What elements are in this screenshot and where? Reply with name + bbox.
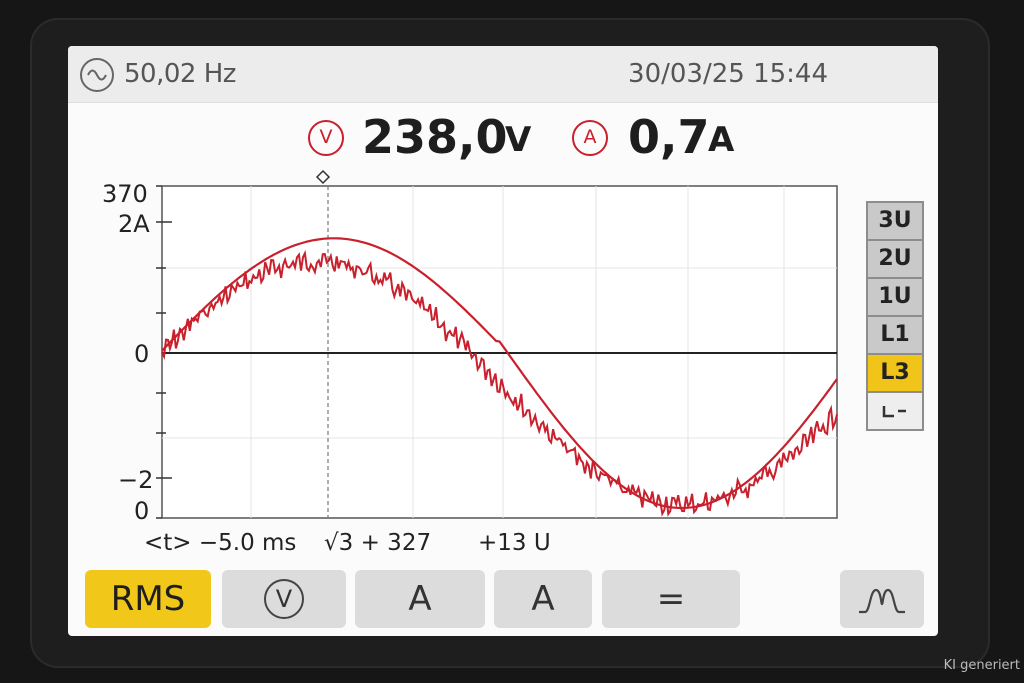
channel-l1[interactable]: L1 <box>868 317 922 355</box>
channel-step-icon[interactable] <box>868 393 922 429</box>
sine-wave-icon <box>80 58 114 92</box>
voltage-icon: V <box>308 120 344 156</box>
channel-1u[interactable]: 1U <box>868 279 922 317</box>
voltage-value: 238,0 <box>362 110 508 164</box>
rms-button[interactable]: RMS <box>85 570 211 628</box>
cursor-offset: +13 U <box>478 530 551 556</box>
cursor-value: √3 + 327 <box>324 530 432 556</box>
current-unit: A <box>708 120 735 160</box>
waveform-icon <box>859 588 905 613</box>
voltage-circle-icon: V <box>264 578 304 619</box>
y-label-current: 2A <box>118 210 150 238</box>
date-time: 30/03/25 15:44 <box>628 59 828 89</box>
harmonics-button[interactable] <box>840 570 924 628</box>
current-value: 0,7 <box>628 110 710 164</box>
current-button-1[interactable]: A <box>355 570 485 628</box>
cursor-time: <t> −5.0 ms <box>144 530 297 556</box>
current-icon: A <box>572 120 608 156</box>
equals-button[interactable]: = <box>602 570 740 628</box>
current-button-2[interactable]: A <box>494 570 592 628</box>
voltage-button[interactable]: V <box>222 570 346 628</box>
measurement-readings: V 238,0 V A 0,7 A <box>68 106 938 166</box>
y-label-max: 370 <box>102 180 148 208</box>
channel-3u[interactable]: 3U <box>868 203 922 241</box>
waveform-svg: 370 2A 0 −2 0 <box>102 169 838 525</box>
waveform-plot[interactable]: 370 2A 0 −2 0 <box>68 168 938 528</box>
status-bar: 50,02 Hz 30/03/25 15:44 <box>68 46 938 103</box>
frequency-readout: 50,02 Hz <box>124 59 236 89</box>
voltage-unit: V <box>505 120 532 160</box>
watermark: KI generiert <box>943 658 1020 673</box>
channel-selector: 3U 2U 1U L1 L3 <box>866 201 924 431</box>
trigger-marker-icon <box>315 169 331 185</box>
y-label-min: 0 <box>134 497 149 525</box>
softkey-bar: RMS V A A = <box>68 568 938 630</box>
y-label-neg: −2 <box>118 466 153 494</box>
channel-l3[interactable]: L3 <box>868 355 922 393</box>
meter-screen: 50,02 Hz 30/03/25 15:44 V 238,0 V A 0,7 … <box>68 46 938 636</box>
y-label-zero: 0 <box>134 340 149 368</box>
channel-2u[interactable]: 2U <box>868 241 922 279</box>
